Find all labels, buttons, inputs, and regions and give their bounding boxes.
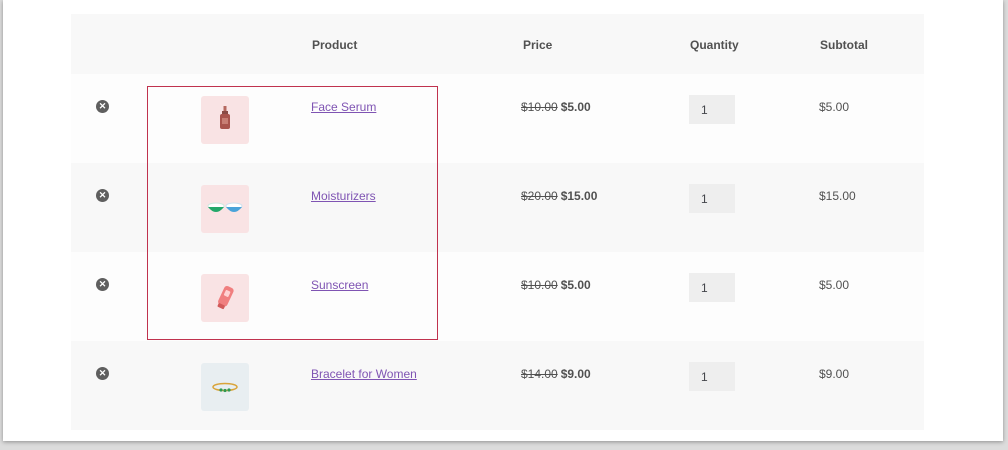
table-row: ✕ Face Serum $10.00$5.00 $5.00 (71, 74, 924, 163)
bracelet-icon (212, 382, 238, 393)
header-product: Product (312, 38, 358, 52)
product-subtotal: $5.00 (819, 100, 850, 114)
table-row: ✕ Bracelet for Women $14.00$9.00 $9.00 (71, 341, 924, 430)
regular-price: $14.00 (521, 367, 558, 381)
cart-table: Product Price Quantity Subtotal ✕ Face S… (71, 14, 924, 430)
remove-item-icon[interactable]: ✕ (96, 367, 109, 380)
product-thumbnail[interactable] (201, 363, 249, 411)
table-row: ✕ Sunscreen $10.00$5.00 $5.00 (71, 252, 924, 341)
cream-jars-icon (207, 202, 243, 212)
quantity-input[interactable] (689, 95, 735, 124)
quantity-input[interactable] (689, 184, 735, 213)
serum-bottle-icon (220, 106, 230, 129)
regular-price: $10.00 (521, 278, 558, 292)
product-thumbnail[interactable] (201, 185, 249, 233)
product-thumbnail[interactable] (201, 274, 249, 322)
table-row: ✕ Moisturizers $20.00$15.00 $15.00 (71, 163, 924, 252)
product-subtotal: $5.00 (819, 278, 850, 292)
product-name-link[interactable]: Bracelet for Women (311, 367, 417, 381)
sale-price: $5.00 (560, 100, 591, 114)
product-subtotal: $15.00 (819, 189, 856, 203)
header-quantity: Quantity (690, 38, 739, 52)
sale-price: $9.00 (560, 367, 591, 381)
product-price: $10.00 $5.00 (521, 278, 591, 292)
remove-item-icon[interactable]: ✕ (96, 189, 109, 202)
product-thumbnail[interactable] (201, 96, 249, 144)
header-price: Price (523, 38, 553, 52)
regular-price: $20.00 (521, 189, 558, 203)
remove-item-icon[interactable]: ✕ (96, 278, 109, 291)
product-price: $14.00 $9.00 (521, 367, 591, 381)
product-price: $20.00 $15.00 (521, 189, 597, 203)
sunscreen-tube-icon (217, 285, 234, 310)
quantity-input[interactable] (689, 273, 735, 302)
quantity-input[interactable] (689, 362, 735, 391)
product-name-link[interactable]: Sunscreen (311, 278, 368, 292)
product-name-link[interactable]: Face Serum (311, 100, 376, 114)
regular-price: $10.00 (521, 100, 558, 114)
product-subtotal: $9.00 (819, 367, 850, 381)
sale-price: $15.00 (560, 189, 598, 203)
sale-price: $5.00 (560, 278, 591, 292)
header-subtotal: Subtotal (820, 38, 868, 52)
cart-frame: Product Price Quantity Subtotal ✕ Face S… (3, 0, 1003, 441)
table-header: Product Price Quantity Subtotal (71, 14, 924, 74)
product-price: $10.00 $5.00 (521, 100, 591, 114)
remove-item-icon[interactable]: ✕ (96, 100, 109, 113)
product-name-link[interactable]: Moisturizers (311, 189, 376, 203)
